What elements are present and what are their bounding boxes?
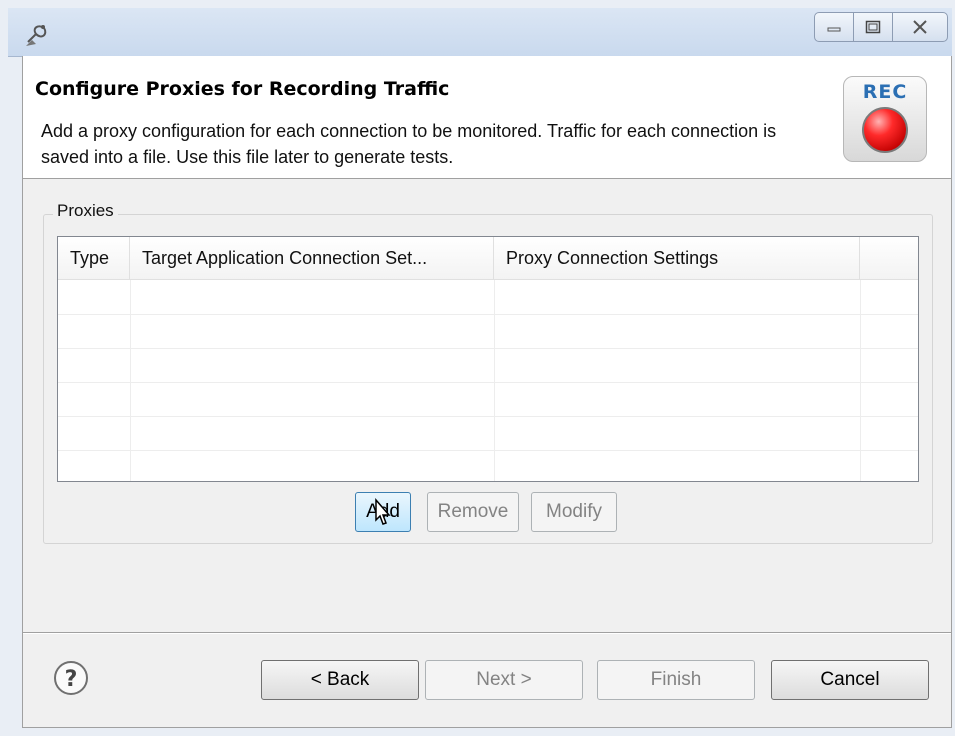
page-title: Configure Proxies for Recording Traffic bbox=[35, 78, 450, 100]
next-button[interactable]: Next > bbox=[425, 660, 583, 700]
wizard-header: Configure Proxies for Recording Traffic … bbox=[23, 56, 951, 179]
table-cell bbox=[58, 348, 131, 382]
table-header: Type Target Application Connection Set..… bbox=[58, 237, 918, 280]
table-cell bbox=[494, 280, 861, 314]
close-icon bbox=[913, 20, 927, 34]
table-row[interactable] bbox=[58, 348, 918, 383]
table-row[interactable] bbox=[58, 280, 918, 315]
table-row[interactable] bbox=[58, 382, 918, 417]
footer-divider bbox=[23, 632, 951, 634]
back-button[interactable]: < Back bbox=[261, 660, 419, 700]
wizard-dialog: Configure Proxies for Recording Traffic … bbox=[22, 56, 952, 728]
column-header-proxy-connection[interactable]: Proxy Connection Settings bbox=[494, 237, 860, 279]
minimize-icon bbox=[827, 27, 841, 32]
maximize-button[interactable] bbox=[853, 12, 893, 42]
finish-button[interactable]: Finish bbox=[597, 660, 755, 700]
column-header-target-connection[interactable]: Target Application Connection Set... bbox=[130, 237, 494, 279]
page-description: Add a proxy configuration for each conne… bbox=[41, 121, 777, 167]
table-cell bbox=[860, 348, 918, 382]
cancel-button[interactable]: Cancel bbox=[771, 660, 929, 700]
title-bar bbox=[8, 8, 952, 57]
proxies-table[interactable]: Type Target Application Connection Set..… bbox=[57, 236, 919, 482]
table-cell bbox=[130, 382, 495, 416]
remove-proxy-button[interactable]: Remove bbox=[427, 492, 519, 532]
window-controls bbox=[814, 12, 948, 42]
table-cell bbox=[494, 416, 861, 450]
table-cell bbox=[130, 314, 495, 348]
minimize-button[interactable] bbox=[814, 12, 854, 42]
table-cell bbox=[130, 348, 495, 382]
table-cell bbox=[494, 314, 861, 348]
table-cell bbox=[860, 450, 918, 481]
table-row[interactable] bbox=[58, 450, 918, 481]
table-row[interactable] bbox=[58, 416, 918, 451]
window-frame: Configure Proxies for Recording Traffic … bbox=[0, 0, 955, 736]
column-header-type[interactable]: Type bbox=[58, 237, 130, 279]
table-cell bbox=[130, 450, 495, 481]
table-cell bbox=[494, 450, 861, 481]
table-cell bbox=[58, 382, 131, 416]
satellite-dish-icon bbox=[26, 25, 47, 46]
help-question-icon[interactable]: ? bbox=[53, 660, 89, 696]
table-cell bbox=[58, 416, 131, 450]
column-header-filler bbox=[860, 237, 918, 279]
table-cell bbox=[860, 280, 918, 314]
table-cell bbox=[58, 280, 131, 314]
table-cell bbox=[860, 416, 918, 450]
close-button[interactable] bbox=[892, 12, 948, 42]
table-cell bbox=[130, 416, 495, 450]
record-dot-icon bbox=[862, 107, 908, 153]
table-cell bbox=[130, 280, 495, 314]
rec-label: REC bbox=[862, 81, 908, 103]
modify-proxy-button[interactable]: Modify bbox=[531, 492, 617, 532]
table-cell bbox=[58, 314, 131, 348]
table-row[interactable] bbox=[58, 314, 918, 349]
table-cell bbox=[58, 450, 131, 481]
add-proxy-button[interactable]: Add bbox=[355, 492, 411, 532]
svg-text:?: ? bbox=[65, 667, 78, 692]
table-cell bbox=[494, 382, 861, 416]
proxies-group-label: Proxies bbox=[53, 201, 118, 221]
table-cell bbox=[494, 348, 861, 382]
table-cell bbox=[860, 382, 918, 416]
maximize-icon bbox=[865, 20, 881, 34]
table-cell bbox=[860, 314, 918, 348]
rec-badge: REC bbox=[843, 76, 927, 162]
